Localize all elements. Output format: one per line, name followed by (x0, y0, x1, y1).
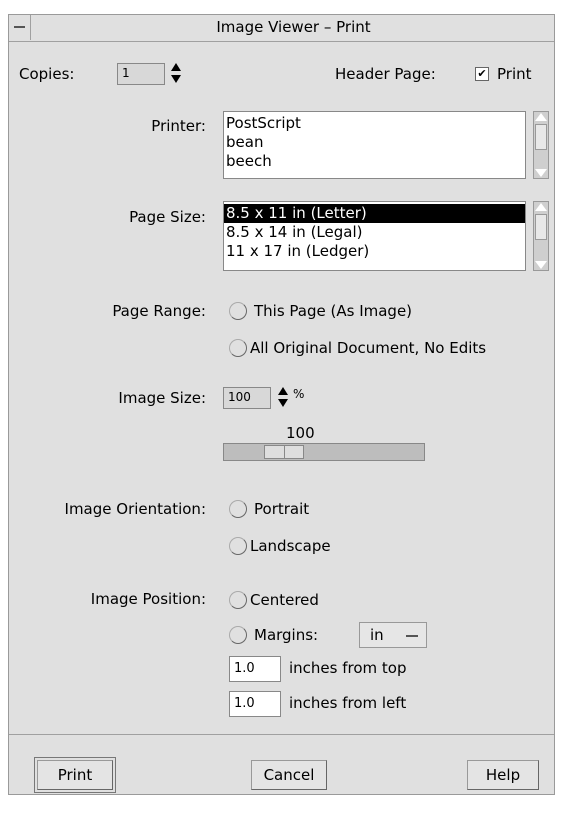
slider-thumb[interactable] (264, 445, 304, 459)
list-item[interactable]: beech (224, 152, 525, 171)
copies-spinner[interactable] (171, 63, 181, 85)
page-range-label: Page Range: (112, 302, 206, 320)
header-page-label: Header Page: (335, 65, 436, 83)
page-size-list[interactable]: 8.5 x 11 in (Letter) 8.5 x 14 in (Legal)… (223, 201, 526, 271)
page-size-scrollbar[interactable] (533, 201, 549, 271)
spinner-up-icon (171, 63, 181, 71)
list-item[interactable]: 11 x 17 in (Ledger) (224, 242, 525, 261)
print-button[interactable]: Print (34, 757, 116, 793)
list-item-selected[interactable]: 8.5 x 11 in (Letter) (224, 204, 525, 223)
orientation-portrait-label: Portrait (254, 500, 310, 518)
printer-list[interactable]: PostScript bean beech (223, 111, 526, 179)
spinner-down-icon (171, 75, 181, 83)
scroll-up-icon (535, 203, 547, 211)
margin-top-label: inches from top (289, 659, 407, 677)
copies-label: Copies: (19, 65, 75, 83)
print-dialog: Image Viewer – Print Copies: 1 Header Pa… (8, 14, 555, 795)
image-size-input[interactable]: 100 (223, 387, 271, 409)
orientation-landscape-radio[interactable] (229, 537, 247, 555)
image-size-label: Image Size: (118, 389, 206, 407)
list-item[interactable]: bean (224, 133, 525, 152)
page-size-label: Page Size: (129, 208, 206, 226)
page-range-this-radio[interactable] (229, 302, 247, 320)
scroll-up-icon (535, 113, 547, 121)
margin-top-input[interactable]: 1.0 (229, 656, 281, 682)
image-orientation-label: Image Orientation: (64, 500, 206, 518)
window-menu-icon (14, 26, 25, 28)
window-title: Image Viewer – Print (216, 18, 371, 36)
title-bar: Image Viewer – Print (9, 15, 554, 42)
spinner-down-icon (278, 399, 288, 407)
list-item[interactable]: PostScript (224, 114, 525, 133)
divider (9, 734, 554, 735)
orientation-portrait-radio[interactable] (229, 500, 247, 518)
cancel-button[interactable]: Cancel (251, 760, 327, 790)
dropdown-indicator-icon (406, 635, 418, 637)
scroll-thumb[interactable] (535, 214, 547, 240)
image-size-unit: % (293, 387, 305, 401)
orientation-landscape-label: Landscape (250, 537, 331, 555)
header-page-checkbox-label: Print (497, 65, 532, 83)
copies-input[interactable]: 1 (117, 63, 165, 85)
page-range-all-radio[interactable] (229, 339, 247, 357)
margin-left-label: inches from left (289, 694, 407, 712)
help-button[interactable]: Help (467, 760, 539, 790)
position-centered-label: Centered (250, 591, 319, 609)
position-margins-radio[interactable] (229, 626, 247, 644)
position-centered-radio[interactable] (229, 591, 247, 609)
printer-label: Printer: (151, 117, 206, 135)
printer-scrollbar[interactable] (533, 111, 549, 179)
page-range-this-label: This Page (As Image) (254, 302, 413, 320)
position-margins-label: Margins: (254, 626, 319, 644)
image-size-slider[interactable] (223, 443, 425, 461)
image-position-label: Image Position: (90, 590, 206, 608)
scroll-down-icon (535, 169, 547, 177)
margins-unit-value: in (370, 626, 384, 644)
list-item[interactable]: 8.5 x 14 in (Legal) (224, 223, 525, 242)
spinner-up-icon (278, 387, 288, 395)
scroll-down-icon (535, 261, 547, 269)
window-menu-button[interactable] (9, 15, 31, 40)
image-size-slider-value: 100 (286, 424, 315, 442)
scroll-thumb[interactable] (535, 124, 547, 150)
image-size-spinner[interactable] (278, 387, 288, 409)
header-page-checkbox[interactable]: ✔ (475, 67, 489, 81)
margins-unit-dropdown[interactable]: in (359, 622, 427, 648)
page-range-all-label: All Original Document, No Edits (250, 339, 487, 357)
margin-left-input[interactable]: 1.0 (229, 691, 281, 717)
